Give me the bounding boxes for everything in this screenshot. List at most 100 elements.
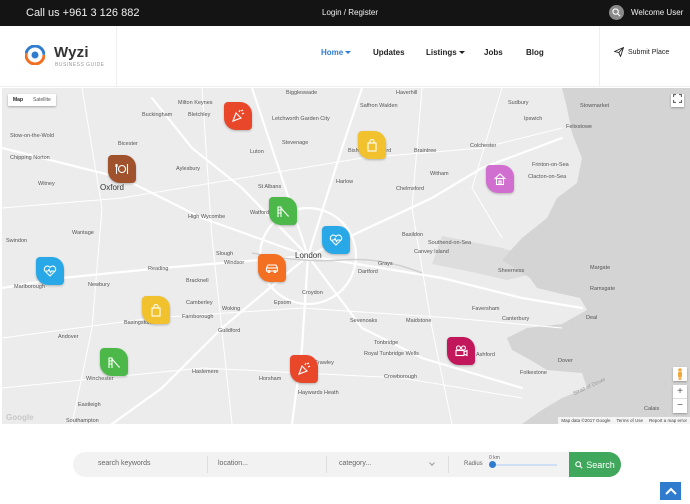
place-label: Andover bbox=[58, 334, 79, 340]
place-label: Grays bbox=[378, 261, 393, 267]
place-label: Folkestone bbox=[520, 370, 547, 376]
place-label: Dartford bbox=[358, 269, 378, 275]
fullscreen-button[interactable] bbox=[671, 93, 684, 107]
search-icon bbox=[575, 460, 583, 469]
place-label: Bletchley bbox=[188, 112, 211, 118]
place-label: Winchester bbox=[86, 376, 114, 382]
place-label: Windsor bbox=[224, 260, 245, 266]
place-label: Southampton bbox=[66, 418, 99, 424]
place-label: Newbury bbox=[88, 282, 110, 288]
user-avatar[interactable] bbox=[609, 5, 624, 20]
map-type-map[interactable]: Map bbox=[8, 94, 28, 106]
place-label: St Albans bbox=[258, 184, 282, 190]
place-label: Southend-on-Sea bbox=[428, 240, 472, 246]
terms-of-use-link[interactable]: Terms of Use bbox=[616, 418, 643, 423]
place-label: Eastleigh bbox=[78, 402, 101, 408]
divider bbox=[207, 456, 208, 473]
place-label: Luton bbox=[250, 149, 264, 155]
place-label: Clacton-on-Sea bbox=[528, 174, 567, 180]
place-label: Crowborough bbox=[384, 374, 418, 380]
map-type-satellite[interactable]: Satellite bbox=[28, 94, 56, 106]
map-marker-shopping[interactable] bbox=[358, 131, 386, 159]
place-label: Frinton-on-Sea bbox=[532, 162, 569, 168]
back-to-top-button[interactable] bbox=[660, 482, 681, 500]
map-marker-party[interactable] bbox=[224, 102, 252, 130]
place-label: Swindon bbox=[6, 238, 28, 244]
submit-place-button[interactable]: Submit Place bbox=[599, 26, 690, 87]
search-button[interactable]: Search bbox=[569, 452, 621, 477]
map-marker-party[interactable] bbox=[290, 355, 318, 383]
nav-listings-label: Listings bbox=[426, 48, 457, 57]
radius-slider-handle[interactable] bbox=[489, 461, 496, 468]
top-bar: Call us +961 3 126 882 Login / Register … bbox=[0, 0, 690, 26]
place-label: London bbox=[295, 251, 322, 260]
camera-icon bbox=[455, 345, 468, 357]
map[interactable]: Biggleswade Haverhill Milton Keynes Saff… bbox=[2, 88, 690, 424]
report-map-error-link[interactable]: Report a map error bbox=[649, 418, 687, 423]
place-label: Harlow bbox=[336, 179, 354, 185]
keywords-input[interactable]: search keywords bbox=[98, 460, 151, 467]
place-label: Royal Tunbridge Wells bbox=[364, 351, 419, 357]
street-view-button[interactable] bbox=[673, 367, 687, 381]
logo[interactable]: Wyzi BUSINESS GUIDE bbox=[0, 26, 117, 87]
place-label: Maidstone bbox=[406, 318, 432, 324]
place-label: Deal bbox=[586, 315, 598, 321]
location-input[interactable]: location... bbox=[218, 460, 248, 467]
place-label: Sudbury bbox=[508, 100, 529, 106]
shopping-bag-icon bbox=[367, 138, 377, 152]
phone-number: Call us +961 3 126 882 bbox=[26, 7, 140, 19]
map-marker-house[interactable] bbox=[486, 165, 514, 193]
map-marker-health[interactable] bbox=[36, 257, 64, 285]
place-label: Canterbury bbox=[502, 316, 530, 322]
zoom-control: + − bbox=[673, 385, 687, 413]
place-label: Biggleswade bbox=[286, 90, 318, 96]
restaurant-icon bbox=[115, 164, 129, 174]
place-label: Chipping Norton bbox=[10, 155, 50, 161]
place-label: Bracknell bbox=[186, 278, 209, 284]
map-marker-car[interactable] bbox=[258, 254, 286, 282]
place-label: Saffron Walden bbox=[360, 103, 398, 109]
map-marker-playground[interactable] bbox=[100, 348, 128, 376]
search-button-label: Search bbox=[586, 459, 615, 470]
category-select[interactable]: category... bbox=[339, 460, 371, 467]
radius-value: 0 km bbox=[489, 455, 500, 461]
nav-home[interactable]: Home bbox=[321, 48, 352, 57]
radius-slider-track[interactable] bbox=[493, 464, 557, 466]
zoom-out-button[interactable]: − bbox=[673, 399, 687, 413]
place-label: Haywards Heath bbox=[298, 390, 339, 396]
place-label: Farnborough bbox=[182, 314, 214, 320]
map-marker-playground[interactable] bbox=[269, 197, 297, 225]
nav-updates[interactable]: Updates bbox=[373, 48, 405, 57]
place-label: Wantage bbox=[72, 230, 94, 236]
map-marker-shopping[interactable] bbox=[142, 296, 170, 324]
place-label: Horsham bbox=[259, 376, 282, 382]
place-label: Ashford bbox=[476, 352, 495, 358]
party-popper-icon bbox=[232, 109, 245, 122]
login-register-link[interactable]: Login / Register bbox=[322, 8, 378, 17]
place-label: Calais bbox=[644, 406, 660, 412]
place-label: Braintree bbox=[414, 148, 437, 154]
nav-listings[interactable]: Listings bbox=[426, 48, 465, 57]
zoom-in-button[interactable]: + bbox=[673, 385, 687, 399]
map-marker-health[interactable] bbox=[322, 226, 350, 254]
paper-plane-icon bbox=[614, 47, 624, 57]
place-label: Buckingham bbox=[142, 112, 173, 118]
place-label: Marlborough bbox=[14, 284, 45, 290]
map-marker-media[interactable] bbox=[447, 337, 475, 365]
place-label: Stowmarket bbox=[580, 103, 610, 109]
map-marker-restaurant[interactable] bbox=[108, 155, 136, 183]
nav-blog[interactable]: Blog bbox=[526, 48, 544, 57]
heart-icon bbox=[329, 234, 343, 246]
place-label: Oxford bbox=[100, 183, 125, 192]
place-label: Stevenage bbox=[282, 140, 309, 146]
place-label: Witney bbox=[38, 181, 55, 187]
place-label: Sevenoaks bbox=[350, 318, 378, 324]
place-label: Faversham bbox=[472, 306, 500, 312]
place-label: Sheerness bbox=[498, 268, 525, 274]
nav-jobs-label: Jobs bbox=[484, 48, 503, 57]
welcome-user-link[interactable]: Welcome User bbox=[631, 8, 683, 17]
place-label: Bicester bbox=[118, 141, 138, 147]
nav-jobs[interactable]: Jobs bbox=[484, 48, 503, 57]
place-label: Canvey Island bbox=[414, 249, 449, 255]
google-logo: Google bbox=[6, 413, 34, 422]
